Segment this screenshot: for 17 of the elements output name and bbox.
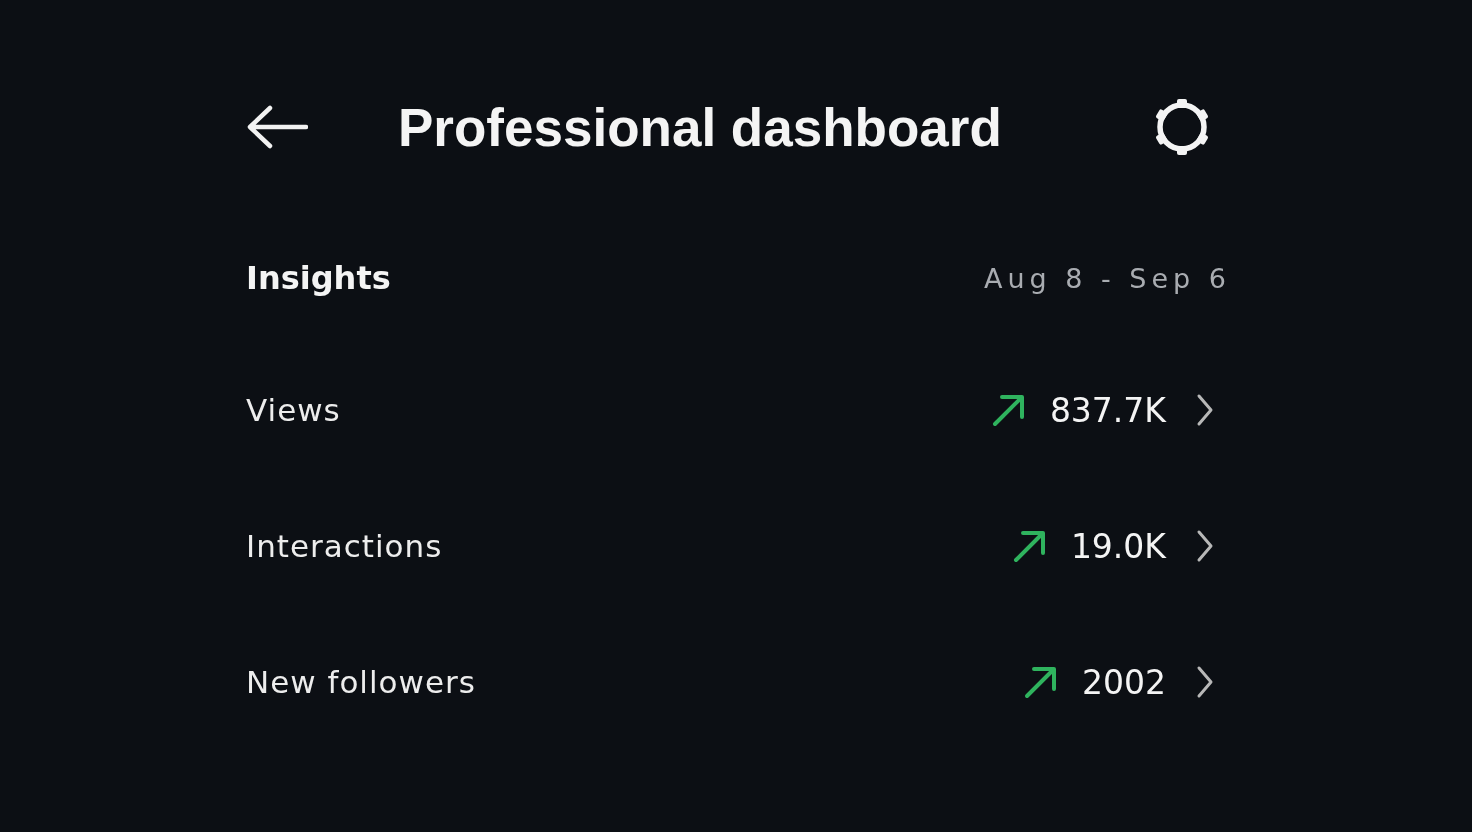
metric-value: 2002 (1082, 662, 1166, 702)
metric-row[interactable]: Interactions 19.0K (246, 478, 1226, 614)
chevron-right-icon (1196, 665, 1214, 699)
metric-label: New followers (246, 664, 476, 700)
back-arrow-icon (246, 105, 308, 149)
back-button[interactable] (246, 105, 308, 149)
chevron-right-icon (1196, 529, 1214, 563)
metric-value: 837.7K (1049, 390, 1166, 430)
date-range: Aug 8 - Sep 6 (983, 262, 1231, 294)
page-title: Professional dashboard (398, 96, 1003, 158)
metric-label: Interactions (246, 528, 443, 564)
chevron-right-icon (1196, 393, 1214, 427)
metric-value: 19.0K (1070, 526, 1166, 566)
metric-row[interactable]: New followers 2002 (246, 614, 1226, 750)
metric-label: Views (246, 392, 341, 428)
metric-row[interactable]: Views 837.7K (246, 342, 1226, 478)
section-heading: Insights (246, 259, 391, 297)
